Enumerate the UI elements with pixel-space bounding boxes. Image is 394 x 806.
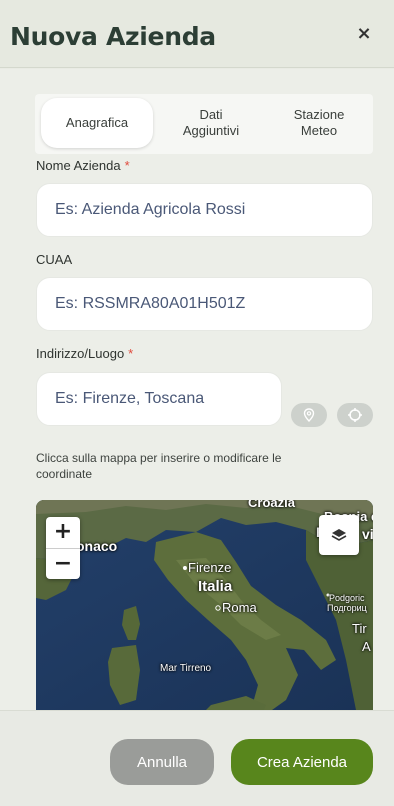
map-label-croazia: Croazia — [248, 500, 295, 510]
map-pin-icon — [303, 408, 315, 422]
nome-azienda-input[interactable] — [55, 201, 372, 219]
map-hint: Clicca sulla mappa per inserire o modifi… — [36, 451, 282, 481]
modal-header: Nuova Azienda × — [0, 0, 394, 68]
indirizzo-field[interactable] — [36, 372, 282, 426]
indirizzo-label: Indirizzo/Luogo * — [36, 346, 133, 361]
modal-title: Nuova Azienda — [10, 22, 216, 51]
map-label-podgorica: Podgoric — [329, 593, 365, 603]
cuaa-field[interactable] — [36, 277, 373, 331]
nome-azienda-label-text: Nome Azienda — [36, 158, 121, 173]
map-marker-firenze — [183, 566, 187, 570]
crosshair-icon — [348, 408, 362, 422]
map-label-tir: Tir — [352, 621, 367, 636]
modal-body: Anagrafica Dati Aggiuntivi Stazione Mete… — [0, 69, 394, 710]
nome-azienda-label: Nome Azienda * — [36, 158, 130, 173]
map-label-a: A — [362, 639, 371, 654]
layers-button[interactable] — [319, 515, 359, 555]
map-label-monaco: onaco — [76, 538, 118, 554]
location-pin-button[interactable] — [291, 403, 327, 427]
map-label-mar-tirreno: Mar Tirreno — [160, 663, 212, 674]
tab-dati-aggiuntivi[interactable]: Dati Aggiuntivi — [163, 98, 259, 148]
nome-azienda-field[interactable] — [36, 183, 373, 237]
indirizzo-label-text: Indirizzo/Luogo — [36, 346, 125, 361]
map-label-vi: vi — [362, 526, 373, 542]
tab-dati-aggiuntivi-label: Dati Aggiuntivi — [182, 107, 240, 138]
map[interactable]: Croazia Bosnia e Ei vi onaco Firenze Ita… — [36, 500, 373, 710]
cancel-button[interactable]: Annulla — [110, 739, 214, 785]
geolocate-button[interactable] — [337, 403, 373, 427]
cuaa-label: CUAA — [36, 252, 72, 267]
zoom-control: + − — [46, 517, 80, 579]
tab-bar: Anagrafica Dati Aggiuntivi Stazione Mete… — [35, 94, 373, 154]
zoom-in-button[interactable]: + — [46, 517, 80, 548]
map-label-firenze: Firenze — [188, 560, 232, 575]
map-label-italia: Italia — [198, 578, 233, 595]
tab-anagrafica[interactable]: Anagrafica — [41, 98, 153, 148]
required-marker: * — [128, 346, 134, 361]
map-label-roma: Roma — [222, 600, 257, 615]
tab-stazione-meteo-label: Stazione Meteo — [293, 107, 345, 138]
tab-anagrafica-label: Anagrafica — [65, 115, 129, 130]
cuaa-label-text: CUAA — [36, 252, 73, 267]
cuaa-input[interactable] — [55, 295, 372, 313]
map-label-podgorica-cyr: Подгориц — [327, 603, 367, 613]
required-marker: * — [124, 158, 130, 173]
tab-stazione-meteo[interactable]: Stazione Meteo — [269, 98, 369, 148]
indirizzo-input[interactable] — [55, 390, 281, 408]
modal-footer: Annulla Crea Azienda — [0, 710, 394, 806]
close-icon[interactable]: × — [354, 24, 374, 44]
zoom-out-button[interactable]: − — [46, 548, 80, 579]
create-company-button[interactable]: Crea Azienda — [231, 739, 373, 785]
layers-icon — [331, 529, 347, 541]
